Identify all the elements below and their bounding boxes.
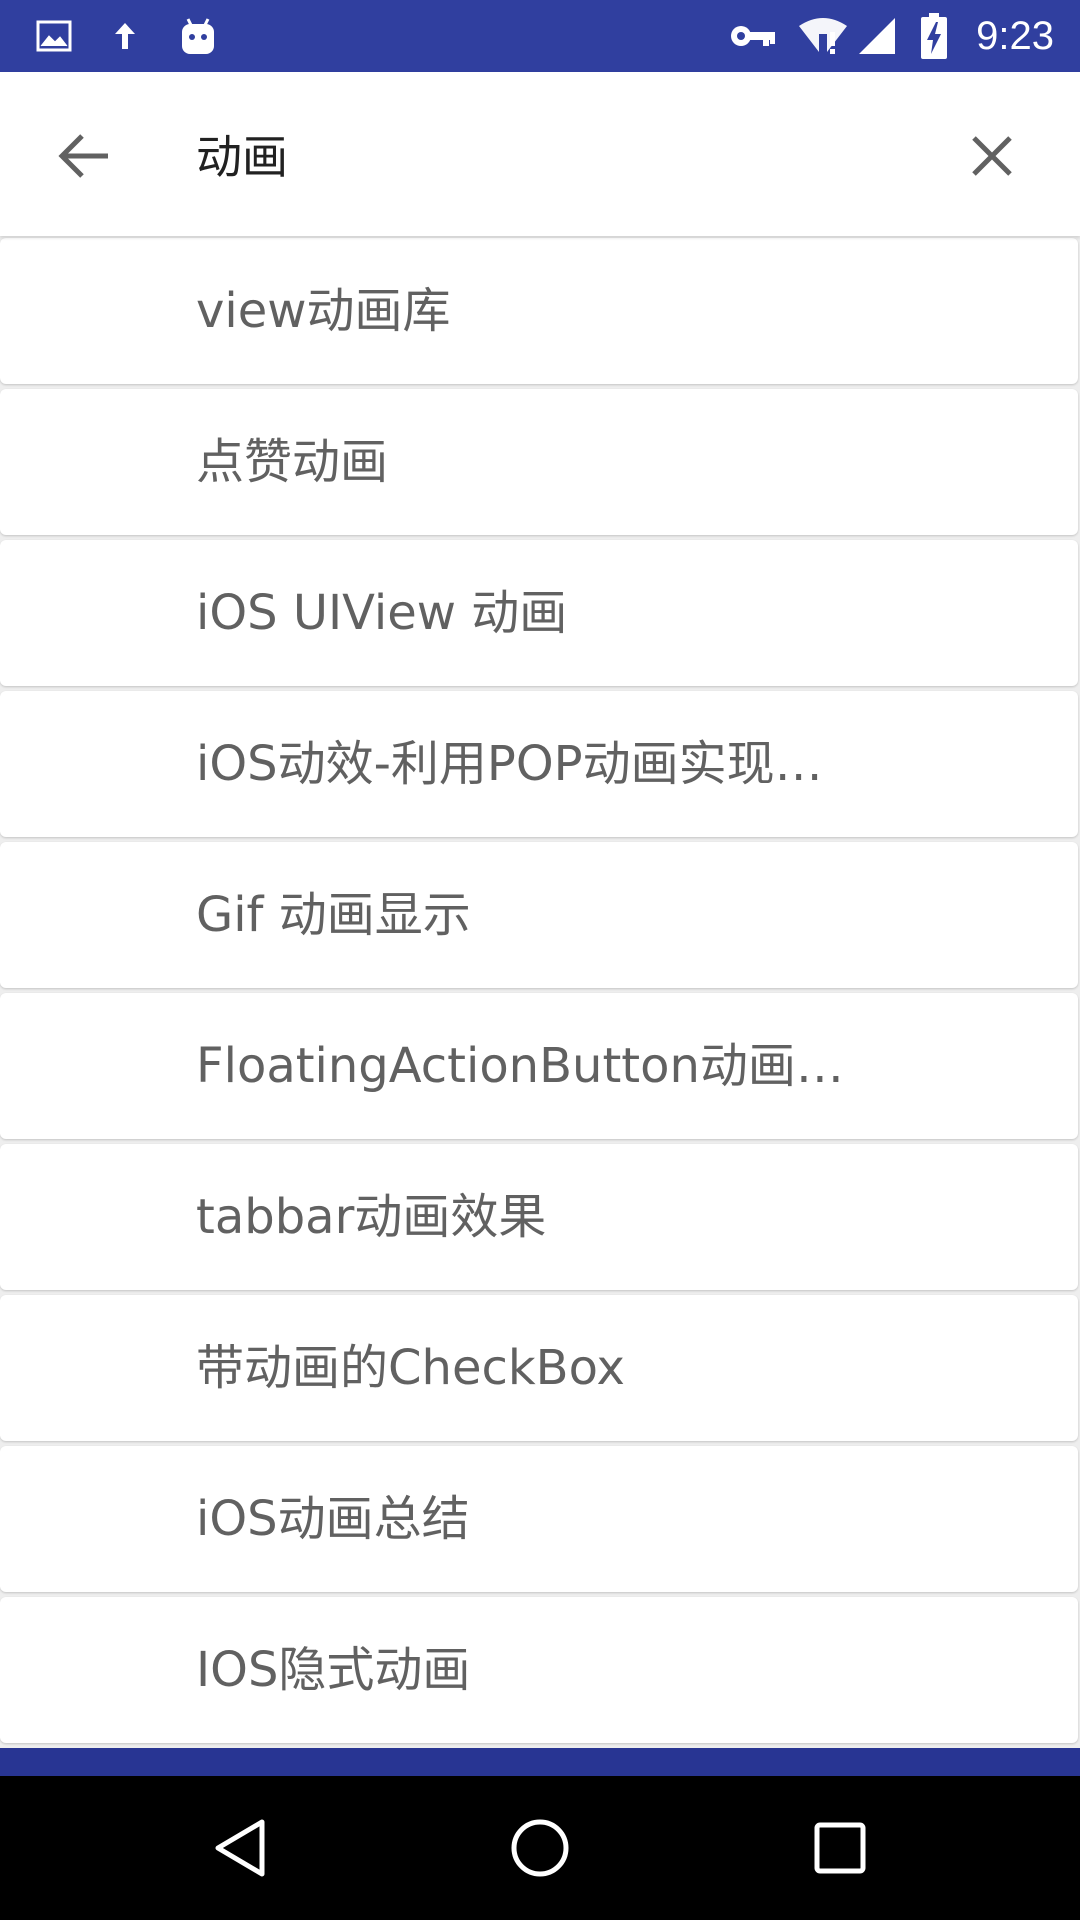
list-item[interactable]: iOS动效-利用POP动画实现…	[0, 691, 1078, 837]
clear-search-button[interactable]	[954, 118, 1030, 194]
wifi-alert-icon	[796, 0, 850, 72]
list-item-label: tabbar动画效果	[196, 1189, 547, 1245]
nav-recents-button[interactable]	[800, 1808, 880, 1888]
system-nav-bar	[0, 1776, 1080, 1920]
cell-signal-icon	[856, 0, 898, 72]
list-item-label: view动画库	[196, 283, 451, 339]
list-item[interactable]: Gif 动画显示	[0, 842, 1078, 988]
list-item-label: Gif 动画显示	[196, 887, 471, 943]
nav-home-circle-icon	[511, 1819, 569, 1877]
list-item-label: 点赞动画	[196, 434, 389, 490]
nav-back-button[interactable]	[200, 1808, 280, 1888]
nav-recents-square-icon	[814, 1822, 866, 1874]
battery-charging-icon	[918, 0, 950, 72]
back-button[interactable]	[44, 116, 124, 196]
list-item[interactable]: 带动画的CheckBox	[0, 1295, 1078, 1441]
list-item-label: FloatingActionButton动画…	[196, 1038, 844, 1094]
image-icon	[34, 0, 74, 72]
list-item[interactable]: tabbar动画效果	[0, 1144, 1078, 1290]
nav-back-triangle-icon	[215, 1819, 265, 1877]
app-bottom-strip	[0, 1748, 1080, 1776]
list-item-label: IOS隐式动画	[196, 1642, 471, 1698]
close-icon	[972, 136, 1012, 176]
vpn-key-icon	[728, 0, 778, 72]
list-item[interactable]: IOS隐式动画	[0, 1597, 1078, 1743]
arrow-back-icon	[58, 134, 108, 178]
nav-home-button[interactable]	[500, 1808, 580, 1888]
list-item-label: 带动画的CheckBox	[196, 1340, 625, 1396]
list-item[interactable]: view动画库	[0, 238, 1078, 384]
status-time: 9:23	[976, 14, 1054, 58]
status-bar: 9:23	[0, 0, 1080, 72]
list-item[interactable]: FloatingActionButton动画…	[0, 993, 1078, 1139]
list-item[interactable]: 点赞动画	[0, 389, 1078, 535]
list-item-label: iOS UIView 动画	[196, 585, 568, 641]
search-input[interactable]	[196, 112, 896, 196]
search-bar	[0, 72, 1080, 236]
list-item[interactable]: iOS UIView 动画	[0, 540, 1078, 686]
search-results-list: view动画库 点赞动画 iOS UIView 动画 iOS动效-利用POP动画…	[0, 236, 1080, 1748]
list-item[interactable]: iOS动画总结	[0, 1446, 1078, 1592]
upload-arrow-icon	[110, 0, 140, 72]
list-item-label: iOS动效-利用POP动画实现…	[196, 736, 823, 792]
list-item-label: iOS动画总结	[196, 1491, 470, 1547]
android-robot-icon	[178, 0, 218, 72]
